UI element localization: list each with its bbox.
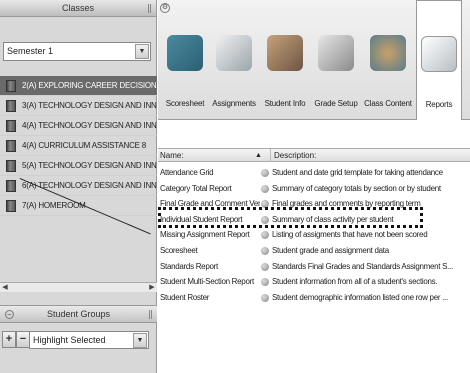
scoresheet-icon: [167, 35, 203, 71]
class-item-label: 2(A) EXPLORING CAREER DECISIONS: [22, 81, 157, 90]
semester-value: Semester 1: [7, 46, 54, 56]
scroll-right-icon[interactable]: ▶: [147, 283, 157, 293]
column-name[interactable]: Name:: [160, 149, 184, 162]
report-description: Standards Final Grades and Standards Ass…: [272, 261, 453, 271]
student-group-controls: + − Highlight Selected ▼: [0, 330, 157, 352]
report-name: Attendance Grid: [160, 168, 214, 177]
table-row[interactable]: Scoresheet Student grade and assignment d…: [158, 243, 470, 259]
table-row[interactable]: Missing Assignment Report Listing of assi…: [158, 227, 470, 243]
report-list: Attendance Grid Student and date grid tem…: [158, 165, 470, 305]
highlight-select[interactable]: Highlight Selected ▼: [29, 331, 149, 349]
class-book-icon: [6, 180, 16, 192]
table-row[interactable]: Category Total Report Summary of category…: [158, 181, 470, 197]
table-row[interactable]: Standards Report Standards Final Grades a…: [158, 259, 470, 275]
class-book-icon: [6, 160, 16, 172]
class-item-label: 4(A) CURRICULUM ASSISTANCE 8: [22, 141, 147, 150]
remove-group-button[interactable]: −: [16, 331, 30, 348]
report-description: Student information from all of a studen…: [272, 277, 438, 287]
report-info-icon: [261, 169, 269, 177]
class-book-icon: [6, 100, 16, 112]
teacher-gradebook-window: Classes Semester 1 ▼ 2(A) EXPLORING CARE…: [0, 0, 470, 373]
tab-grade-setup[interactable]: Grade Setup: [311, 0, 361, 120]
reports-icon: [421, 36, 457, 72]
class-item[interactable]: 5(A) TECHNOLOGY DESIGN AND INNOV...: [0, 156, 157, 176]
highlight-value: Highlight Selected: [33, 335, 106, 345]
report-info-icon: [261, 278, 269, 287]
class-item[interactable]: 3(A) TECHNOLOGY DESIGN AND INNOV...: [0, 96, 157, 116]
left-panel: Classes Semester 1 ▼ 2(A) EXPLORING CARE…: [0, 0, 157, 373]
tab-reports[interactable]: Reports: [416, 0, 462, 120]
class-content-icon: [370, 35, 406, 71]
report-name: Student Multi-Section Report: [160, 277, 254, 287]
grade-setup-icon: [318, 35, 354, 71]
callout-highlight-box: [158, 207, 423, 228]
class-book-icon: [6, 120, 16, 132]
sort-ascending-icon[interactable]: ▲: [255, 149, 262, 162]
horizontal-scrollbar[interactable]: ◀ ▶: [0, 282, 157, 292]
report-info-icon: [261, 184, 269, 193]
add-group-button[interactable]: +: [2, 331, 16, 348]
main-area: ⚙ Scoresheet Assignments Student Info Gr…: [158, 0, 470, 373]
class-item[interactable]: 2(A) EXPLORING CAREER DECISIONS: [0, 76, 157, 96]
report-description: Summary of category totals by section or…: [272, 183, 441, 193]
toolbar: ⚙ Scoresheet Assignments Student Info Gr…: [158, 0, 470, 120]
class-item-label: 3(A) TECHNOLOGY DESIGN AND INNOV...: [22, 101, 157, 110]
assignments-icon: [216, 35, 252, 71]
tab-student-info[interactable]: Student Info: [260, 0, 310, 120]
class-item-label: 4(A) TECHNOLOGY DESIGN AND INNOV...: [22, 121, 157, 130]
class-item-label: 5(A) TECHNOLOGY DESIGN AND INNOV...: [22, 161, 157, 170]
report-name: Scoresheet: [160, 245, 198, 255]
semester-select[interactable]: Semester 1 ▼: [3, 42, 151, 61]
column-description[interactable]: Description:: [270, 149, 316, 162]
report-table-header: Name: ▲ Description:: [158, 148, 470, 162]
class-book-icon: [6, 200, 16, 212]
classes-header-label: Classes: [61, 3, 94, 13]
table-row[interactable]: Attendance Grid Student and date grid tem…: [158, 165, 470, 181]
report-info-icon: [261, 246, 269, 255]
tab-label: Scoresheet: [165, 99, 205, 108]
scroll-left-icon[interactable]: ◀: [0, 283, 10, 293]
report-name: Student Roster: [160, 292, 210, 302]
tab-label: Class Content: [364, 99, 412, 108]
report-description: Listing of assigments that have not been…: [272, 230, 428, 240]
student-groups-label: Student Groups: [46, 309, 111, 319]
report-info-icon: [261, 262, 269, 271]
class-item[interactable]: 4(A) CURRICULUM ASSISTANCE 8: [0, 136, 157, 156]
class-list: 2(A) EXPLORING CAREER DECISIONS 3(A) TEC…: [0, 76, 157, 216]
tab-label: Reports: [425, 100, 453, 109]
report-description: Student grade and assignment data: [272, 245, 389, 255]
tab-label: Assignments: [212, 99, 256, 108]
tab-label: Grade Setup: [314, 99, 358, 108]
student-info-icon: [267, 35, 303, 71]
report-info-icon: [261, 231, 269, 240]
report-info-icon: [261, 293, 269, 302]
report-description: Student and date grid template for takin…: [272, 168, 443, 177]
class-book-icon: [6, 80, 16, 92]
report-name: Standards Report: [160, 261, 218, 271]
resize-grip-icon[interactable]: [148, 4, 151, 13]
student-groups-header[interactable]: – Student Groups: [0, 305, 157, 323]
tab-class-content[interactable]: Class Content: [362, 0, 414, 120]
class-item[interactable]: 4(A) TECHNOLOGY DESIGN AND INNOV...: [0, 116, 157, 136]
class-item[interactable]: 7(A) HOMEROOM: [0, 196, 157, 216]
table-row[interactable]: Student Multi-Section Report Student info…: [158, 274, 470, 290]
tab-assignments[interactable]: Assignments: [209, 0, 259, 120]
report-name: Category Total Report: [160, 183, 232, 193]
classes-header: Classes: [0, 0, 156, 17]
tab-scoresheet[interactable]: Scoresheet: [162, 0, 208, 120]
class-book-icon: [6, 140, 16, 152]
table-row[interactable]: Student Roster Student demographic inform…: [158, 290, 470, 306]
report-name: Missing Assignment Report: [160, 230, 250, 240]
resize-grip-icon[interactable]: [149, 310, 152, 319]
tab-label: Student Info: [264, 99, 306, 108]
collapse-icon[interactable]: –: [5, 310, 14, 319]
chevron-down-icon[interactable]: ▼: [133, 333, 147, 348]
report-description: Student demographic information listed o…: [272, 292, 448, 302]
chevron-down-icon[interactable]: ▼: [135, 44, 149, 59]
